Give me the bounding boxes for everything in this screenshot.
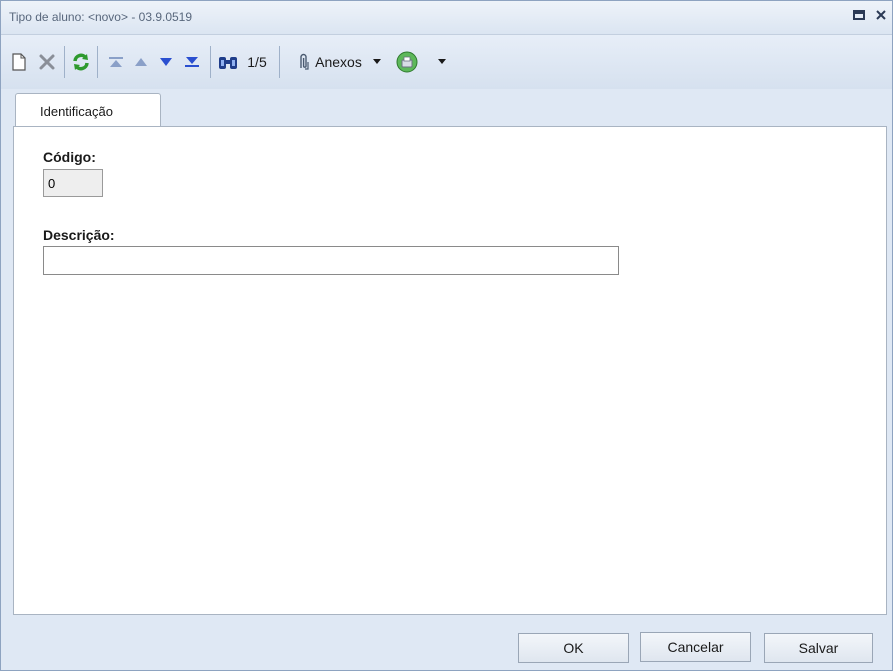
dropdown-arrow-icon: [438, 59, 446, 64]
dropdown-arrow-icon: [372, 59, 381, 64]
report-icon: [396, 51, 418, 73]
window-title: Tipo de aluno: <novo> - 03.9.0519: [9, 10, 193, 24]
toolbar-separator: [97, 46, 98, 78]
tab-label: Identificação: [40, 104, 113, 119]
form-panel: Código: Descrição:: [13, 126, 887, 615]
previous-record-button[interactable]: [129, 46, 153, 78]
dialog-window: Tipo de aluno: <novo> - 03.9.0519 1/5 An…: [0, 0, 893, 671]
tab-identificacao[interactable]: Identificação: [15, 93, 161, 126]
restore-icon: [853, 10, 865, 20]
window-controls: [852, 8, 888, 22]
content-area: Identificação Código: Descrição:: [13, 93, 887, 615]
first-record-button[interactable]: [103, 46, 129, 78]
descricao-field[interactable]: [43, 246, 619, 275]
attachments-button[interactable]: Anexos: [285, 46, 393, 78]
last-record-icon: [185, 57, 199, 67]
attachments-label: Anexos: [315, 54, 362, 70]
paperclip-icon: [300, 53, 309, 70]
delete-button[interactable]: [35, 46, 59, 78]
toolbar-separator: [210, 46, 211, 78]
refresh-button[interactable]: [70, 46, 92, 78]
toolbar-separator: [279, 46, 280, 78]
cancel-button[interactable]: Cancelar: [640, 632, 751, 662]
new-record-icon: [12, 53, 26, 71]
find-icon: [219, 57, 237, 69]
refresh-icon: [73, 53, 89, 71]
report-button[interactable]: [393, 46, 449, 78]
find-button[interactable]: [216, 46, 240, 78]
next-record-icon: [160, 58, 172, 66]
last-record-button[interactable]: [179, 46, 205, 78]
codigo-field[interactable]: [43, 169, 103, 197]
codigo-label: Código:: [43, 149, 96, 165]
delete-icon: [39, 54, 55, 70]
first-record-icon: [109, 57, 123, 67]
save-button[interactable]: Salvar: [764, 633, 873, 663]
toolbar-separator: [64, 46, 65, 78]
toolbar: 1/5 Anexos: [1, 35, 892, 89]
close-button[interactable]: [874, 8, 888, 22]
new-record-button[interactable]: [9, 46, 29, 78]
title-bar: Tipo de aluno: <novo> - 03.9.0519: [1, 1, 892, 35]
close-icon: [876, 10, 886, 20]
descricao-label: Descrição:: [43, 227, 115, 243]
next-record-button[interactable]: [153, 46, 179, 78]
record-counter: 1/5: [247, 54, 267, 70]
ok-button[interactable]: OK: [518, 633, 629, 663]
previous-record-icon: [135, 58, 147, 66]
restore-button[interactable]: [852, 8, 866, 22]
